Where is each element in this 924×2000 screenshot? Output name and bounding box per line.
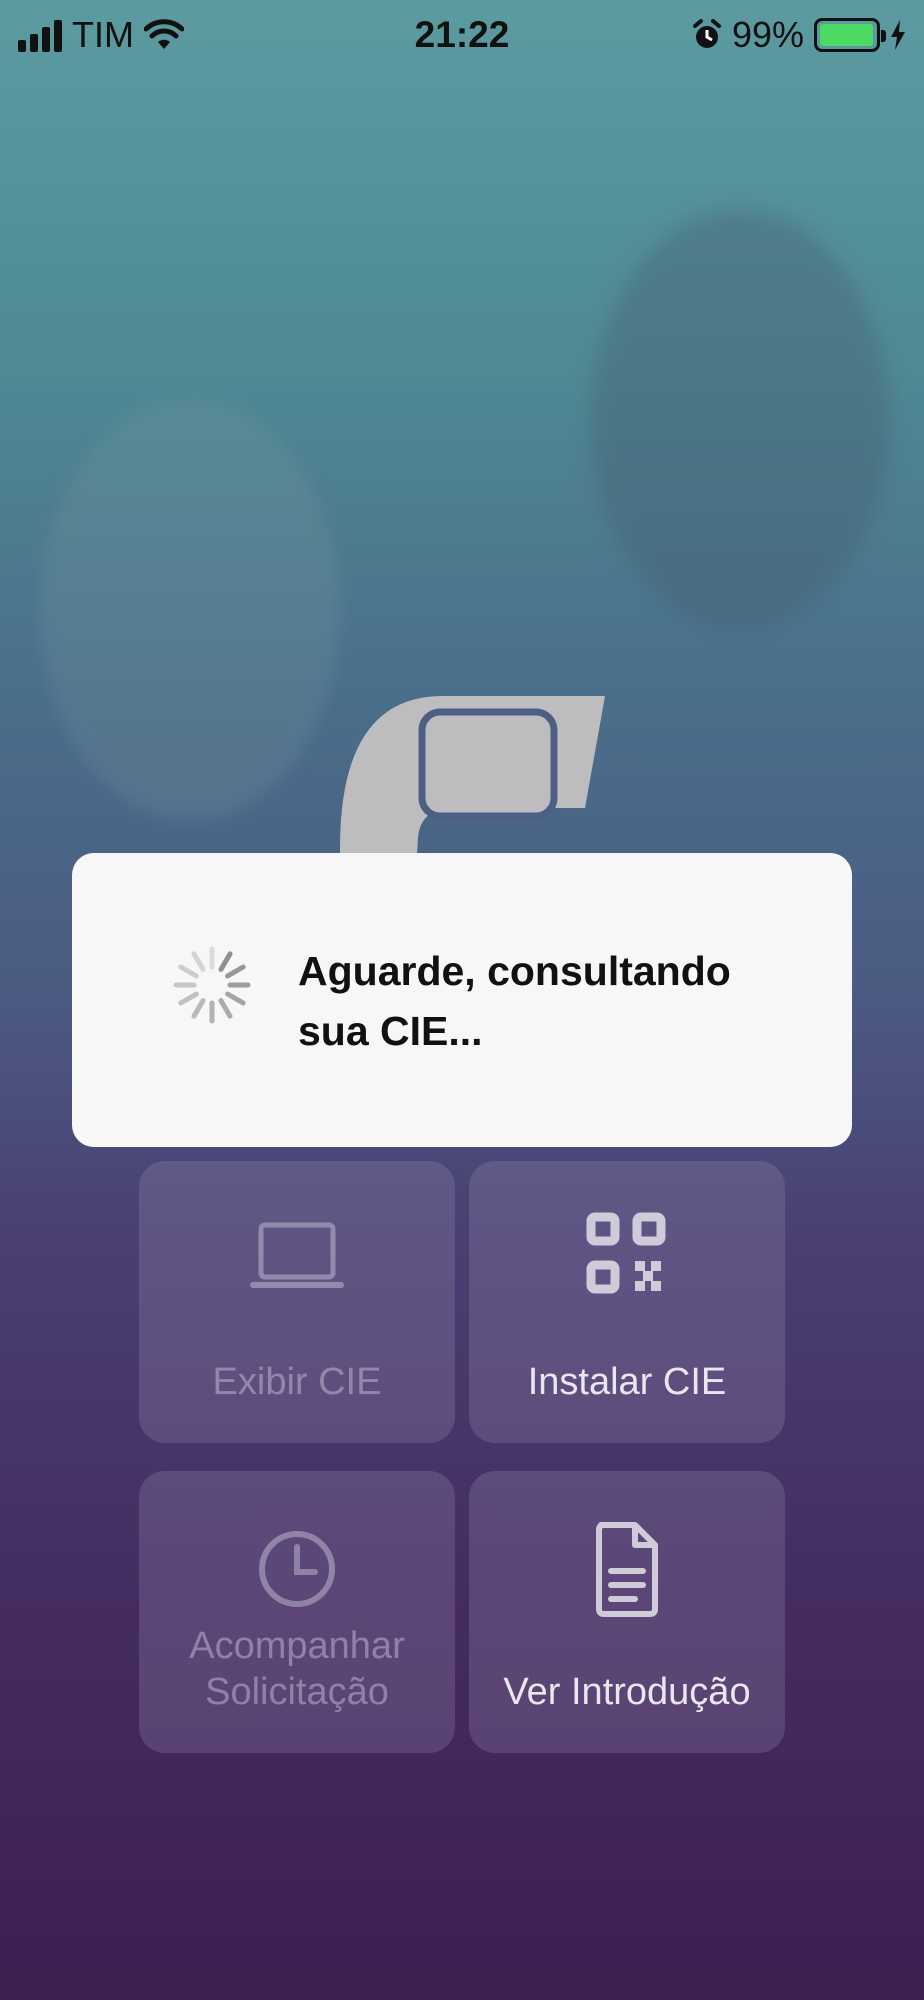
exibir-cie-button[interactable]: Exibir CIE [139, 1161, 455, 1443]
charging-bolt-icon [891, 20, 905, 50]
alarm-icon [692, 19, 721, 48]
instalar-cie-label: Instalar CIE [527, 1361, 727, 1403]
ver-introducao-button[interactable]: Ver Introdução [469, 1471, 785, 1753]
spinner-spoke [178, 991, 199, 1006]
clock-icon [259, 1531, 335, 1607]
spinner-spoke [218, 998, 233, 1019]
battery-percent: 99% [731, 14, 804, 55]
loading-spinner-icon [173, 946, 251, 1024]
battery-icon [814, 18, 886, 52]
document-icon [596, 1522, 658, 1617]
acompanhar-solicitacao-button[interactable]: Acompanhar Solicitação [139, 1471, 455, 1753]
spinner-spoke [191, 998, 206, 1019]
status-bar: TIM 21:22 99% [0, 0, 924, 72]
background-person-right [590, 210, 890, 630]
spinner-spoke [218, 951, 233, 972]
instalar-cie-button[interactable]: Instalar CIE [469, 1161, 785, 1443]
acompanhar-solicitacao-label: Acompanhar Solicitação [189, 1625, 405, 1713]
spinner-spoke [225, 991, 246, 1006]
spinner-spoke [191, 951, 206, 972]
loading-dialog: Aguarde, consultando sua CIE... [72, 853, 852, 1147]
spinner-spoke [178, 964, 199, 979]
laptop-icon [250, 1222, 344, 1288]
ver-introducao-label: Ver Introdução [503, 1671, 751, 1713]
loading-message: Aguarde, consultando sua CIE... [298, 948, 731, 1054]
exibir-cie-label: Exibir CIE [212, 1361, 382, 1403]
spinner-spoke [225, 964, 246, 979]
background-person-left [40, 400, 340, 820]
qr-code-icon [586, 1212, 666, 1294]
